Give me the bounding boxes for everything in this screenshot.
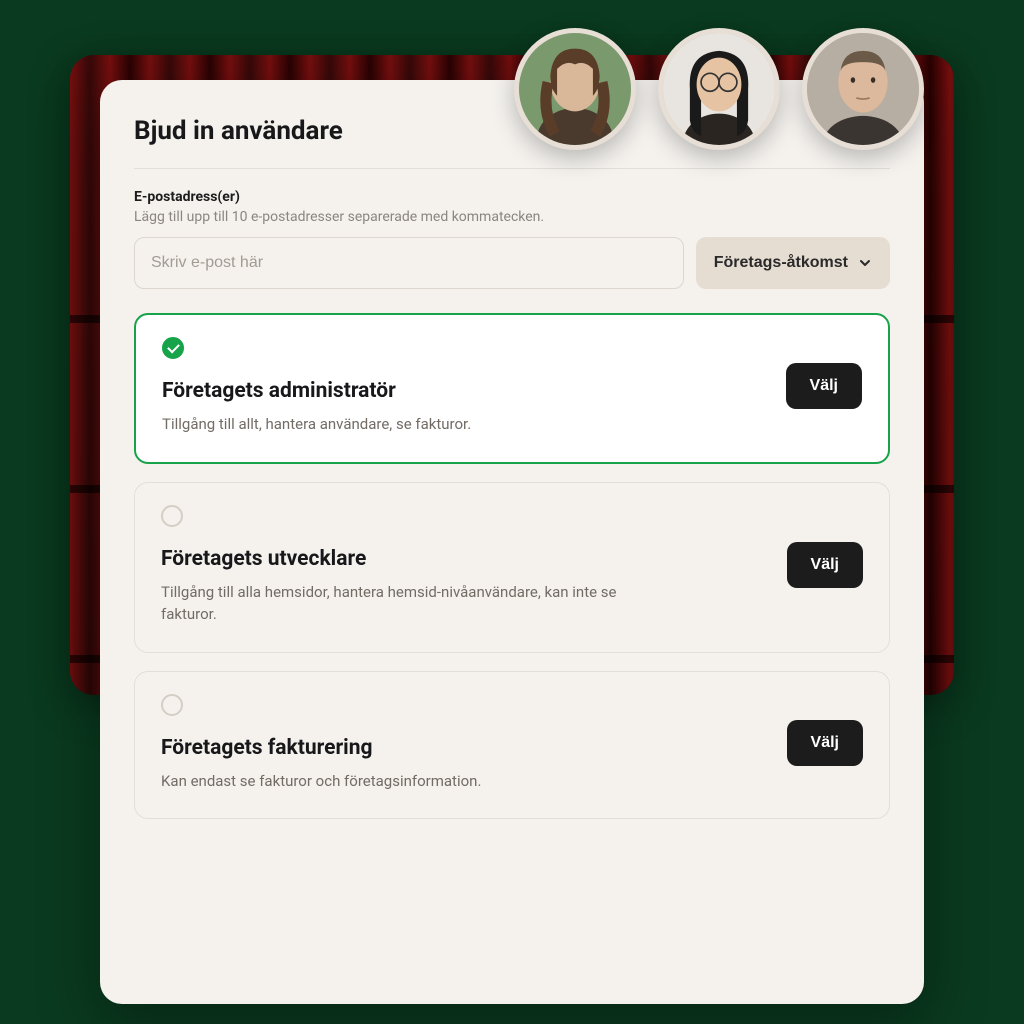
avatar-user-3 (802, 28, 924, 150)
access-dropdown[interactable]: Företags-åtkomst (696, 237, 890, 289)
role-title: Företagets fakturering (161, 736, 767, 760)
avatar-user-1 (514, 28, 636, 150)
select-button-billing[interactable]: Välj (787, 720, 863, 766)
role-card-admin[interactable]: Företagets administratör Tillgång till a… (134, 313, 890, 464)
radio-icon (161, 694, 183, 716)
role-card-developer[interactable]: Företagets utvecklare Tillgång till alla… (134, 482, 890, 653)
role-description: Tillgång till alla hemsidor, hantera hem… (161, 581, 621, 626)
radio-icon (161, 505, 183, 527)
avatar-user-2 (658, 28, 780, 150)
access-dropdown-label: Företags-åtkomst (714, 254, 848, 272)
role-description: Tillgång till allt, hantera användare, s… (162, 413, 622, 436)
chevron-down-icon (858, 256, 872, 270)
email-input[interactable] (134, 237, 684, 289)
role-card-billing[interactable]: Företagets fakturering Kan endast se fak… (134, 671, 890, 820)
email-field-group: E-postadress(er) Lägg till upp till 10 e… (134, 189, 890, 313)
role-title: Företagets utvecklare (161, 547, 767, 571)
select-button-developer[interactable]: Välj (787, 542, 863, 588)
select-button-admin[interactable]: Välj (786, 363, 862, 409)
avatar-group (514, 28, 924, 150)
invite-users-card: Bjud in användare E-postadress(er) Lägg … (100, 80, 924, 1004)
role-description: Kan endast se fakturor och företagsinfor… (161, 770, 621, 793)
check-icon (162, 337, 184, 359)
email-label: E-postadress(er) (134, 189, 890, 205)
role-title: Företagets administratör (162, 379, 766, 403)
email-hint: Lägg till upp till 10 e-postadresser sep… (134, 209, 890, 225)
